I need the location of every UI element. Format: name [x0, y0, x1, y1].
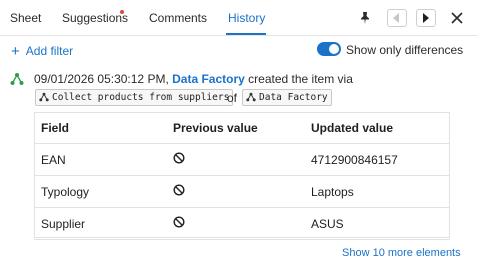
empty-icon [173, 184, 185, 196]
header-field: Field [34, 112, 173, 144]
table-row: EAN 4712900846157 [34, 143, 450, 176]
process-chip[interactable]: Collect products from suppliers [35, 89, 234, 106]
empty-icon [173, 216, 185, 228]
toggle-knob [329, 44, 339, 54]
field-cell: Supplier [34, 207, 173, 240]
field-cell: Typology [34, 175, 173, 208]
source-chip[interactable]: Data Factory [242, 89, 332, 106]
previous-value-cell [173, 175, 311, 208]
source-icon [246, 92, 256, 102]
tab-bar: Sheet Suggestions Comments History [0, 0, 478, 36]
tab-suggestions[interactable]: Suggestions [62, 11, 128, 25]
show-more-link[interactable]: Show 10 more elements [342, 247, 461, 259]
header-previous-value: Previous value [173, 112, 311, 144]
toggle-label: Show only differences [346, 43, 464, 57]
tab-sheet[interactable]: Sheet [10, 11, 41, 25]
notification-dot [120, 10, 124, 14]
header-updated-value: Updated value [311, 112, 450, 144]
previous-value-cell [173, 143, 311, 176]
pin-icon[interactable] [357, 10, 373, 26]
next-button[interactable] [416, 9, 436, 27]
of-text: of [227, 91, 238, 105]
source-chip-label: Data Factory [259, 92, 328, 103]
updated-value-cell: Laptops [311, 175, 450, 208]
close-icon[interactable] [450, 11, 464, 25]
table-row: Typology Laptops [34, 175, 450, 208]
field-cell: EAN [34, 143, 173, 176]
chevron-left-icon [393, 13, 399, 23]
add-filter-button[interactable]: + Add filter [11, 42, 74, 60]
add-filter-label: Add filter [25, 44, 74, 58]
table-row: Supplier ASUS [34, 207, 450, 240]
tab-comments[interactable]: Comments [149, 11, 207, 25]
process-icon [39, 92, 49, 102]
table-header-row: Field Previous value Updated value [34, 112, 450, 144]
chevron-right-icon [423, 13, 429, 23]
event-action: created the item via [248, 72, 353, 86]
data-factory-icon [10, 72, 24, 86]
updated-value-cell: ASUS [311, 207, 450, 240]
updated-value-cell: 4712900846157 [311, 143, 450, 176]
changes-table: Field Previous value Updated value EAN 4… [34, 112, 450, 240]
event-actor-link[interactable]: Data Factory [172, 72, 245, 86]
previous-button[interactable] [387, 9, 407, 27]
process-chip-label: Collect products from suppliers [52, 92, 230, 103]
previous-value-cell [173, 207, 311, 240]
plus-icon: + [11, 43, 20, 60]
tab-history[interactable]: History [228, 11, 265, 25]
show-only-differences-toggle[interactable] [317, 42, 341, 56]
event-timestamp: 09/01/2026 05:30:12 PM, [34, 72, 169, 86]
history-event-line: 09/01/2026 05:30:12 PM, Data Factory cre… [34, 72, 353, 86]
active-tab-indicator [226, 33, 266, 35]
empty-icon [173, 152, 185, 164]
